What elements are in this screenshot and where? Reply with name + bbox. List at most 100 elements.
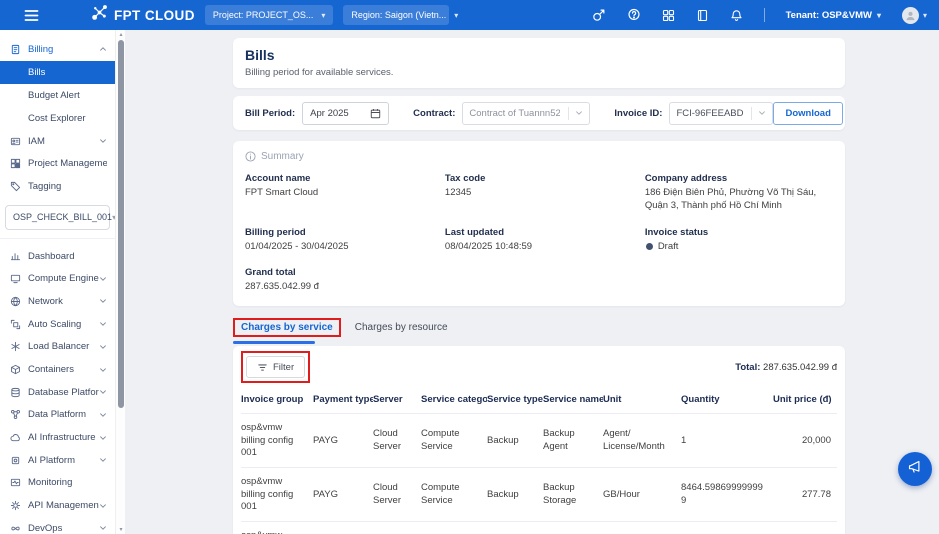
- bill-period-label: Bill Period:: [245, 107, 296, 119]
- table-row[interactable]: osp&vmw billing config 001PAYGCloud Serv…: [241, 413, 837, 468]
- docs-icon[interactable]: [696, 9, 709, 22]
- sidebar-item-data-platform[interactable]: Data Platform: [0, 404, 115, 427]
- sidebar-item-devops[interactable]: DevOps: [0, 517, 115, 534]
- tenant-selector[interactable]: Tenant: OSP&VMW ▾: [786, 10, 881, 21]
- annotation-box-charges-by-service: Charges by service: [233, 318, 341, 338]
- sidebar-scrollbar[interactable]: ▴ ▾: [115, 30, 125, 534]
- summary-field-account-name: Account name FPT Smart Cloud: [245, 173, 445, 213]
- sidebar-item-label: Tagging: [28, 180, 62, 192]
- table-cell: Backup: [487, 467, 543, 522]
- project-selector[interactable]: Project: PROJECT_OS... ▾: [204, 5, 334, 25]
- notifications-icon[interactable]: [730, 9, 743, 22]
- sidebar-item-containers[interactable]: Containers: [0, 358, 115, 381]
- sidebar-item-network[interactable]: Network: [0, 290, 115, 313]
- sidebar-item-label: Network: [28, 295, 63, 307]
- download-button[interactable]: Download: [773, 101, 843, 125]
- tab-charges-by-resource[interactable]: Charges by resource: [355, 322, 448, 333]
- scrollbar-thumb[interactable]: [118, 40, 124, 408]
- logo-text: FPT CLOUD: [114, 7, 195, 23]
- sidebar-item-auto-scaling[interactable]: Auto Scaling: [0, 313, 115, 336]
- table-body: osp&vmw billing config 001 PAYG Cloud Serv…: [241, 413, 837, 534]
- page-title: Bills: [245, 47, 275, 63]
- sidebar-item-label: Project Management: [28, 158, 107, 170]
- sidebar-item-monitoring[interactable]: Monitoring: [0, 472, 115, 495]
- summary-heading-label: Summary: [261, 151, 304, 162]
- tabs: Charges by service Charges by resource: [233, 315, 845, 340]
- menu-icon[interactable]: [24, 9, 39, 22]
- column-header-server: Server: [373, 394, 403, 406]
- invoice-id-select[interactable]: FCI-96FEEABD: [669, 101, 774, 125]
- sidebar-item-ai-platform[interactable]: AI Platform: [0, 449, 115, 472]
- region-selector[interactable]: Region: Saigon (Vietn... ▾: [343, 5, 458, 25]
- app-window: FPT CLOUD Project: PROJECT_OS... ▾ Regio…: [0, 0, 939, 534]
- apps-icon[interactable]: [662, 9, 675, 22]
- summary-field-grand-total: Grand total 287.635.042.99 đ: [245, 267, 445, 294]
- chevron-down-icon: [99, 320, 107, 328]
- table-toolbar: Filter Total: 287.635.042.99 đ: [241, 351, 837, 384]
- table-cell: PAYG: [313, 521, 373, 534]
- table-row[interactable]: osp&vmw billing config 001PAYGCloud Serv…: [241, 521, 837, 534]
- table-cell: osp&vmw billing config 001: [241, 521, 313, 534]
- support-icon[interactable]: [627, 8, 641, 22]
- charges-table: Invoice group Payment type Server Service c…: [241, 388, 837, 534]
- sidebar-item-bills[interactable]: Bills: [0, 60, 115, 84]
- table-cell: osp&vmw billing config 001: [241, 413, 313, 468]
- sidebar-item-ai-infrastructure[interactable]: AI Infrastructure: [0, 426, 115, 449]
- info-icon: [245, 151, 256, 162]
- scroll-down-icon[interactable]: ▾: [116, 526, 126, 533]
- bill-period-input[interactable]: [302, 101, 390, 125]
- sidebar-item-compute-engine[interactable]: Compute Engine: [0, 267, 115, 290]
- column-header-service-name: Service name: [543, 394, 603, 406]
- tenant-label: Tenant: OSP&VMW: [785, 9, 872, 21]
- fpt-cloud-logo[interactable]: FPT CLOUD: [91, 4, 195, 26]
- table-cell: Backup: [487, 413, 543, 468]
- table-cell: Cloud Server: [373, 521, 421, 534]
- sidebar-item-label: Load Balancer: [28, 341, 90, 353]
- search-icon[interactable]: [592, 8, 606, 22]
- sidebar-item-budget-alert[interactable]: Budget Alert: [0, 84, 115, 107]
- sidebar-item-load-balancer[interactable]: Load Balancer: [0, 336, 115, 359]
- table-cell: Agent/ License/Month: [603, 413, 681, 468]
- column-header-unit: Unit: [603, 394, 622, 406]
- sidebar-item-database-platform[interactable]: Database Platform: [0, 381, 115, 404]
- field-value: FPT Smart Cloud: [245, 187, 319, 198]
- sidebar-mid-list: IAM Project Management Tagging: [0, 130, 115, 198]
- sidebar-item-api-management[interactable]: API Management: [0, 494, 115, 517]
- chevron-down-icon: [99, 456, 107, 464]
- field-label: Company address: [644, 173, 728, 184]
- table-cell: Backup Agent: [543, 413, 603, 468]
- database-platform-icon: [10, 387, 21, 398]
- sidebar-item-label: AI Infrastructure: [28, 432, 96, 444]
- network-icon: [10, 296, 21, 307]
- sidebar-item-billing[interactable]: Billing: [0, 38, 115, 61]
- sidebar-item-label: Billing: [28, 43, 54, 55]
- caret-down-icon: ▾: [876, 10, 881, 20]
- table-cell: 1: [681, 413, 773, 468]
- project-scope-select[interactable]: OSP_CHECK_BILL_001 ▾: [5, 204, 115, 230]
- table-cell: PAYG: [313, 413, 373, 468]
- invoice-id-value: FCI-96FEEABD: [676, 107, 744, 119]
- announcement-fab[interactable]: [898, 452, 932, 486]
- bill-period-value[interactable]: [310, 107, 371, 119]
- table-row[interactable]: osp&vmw billing config 001PAYGCloud Serv…: [241, 467, 837, 522]
- user-menu[interactable]: ▾: [901, 6, 927, 24]
- sidebar-item-iam[interactable]: IAM: [0, 130, 115, 153]
- status-dot: [645, 242, 653, 250]
- sidebar-item-label: IAM: [28, 135, 45, 147]
- summary-field-tax-code: Tax code 12345: [445, 173, 645, 213]
- sidebar-item-project-management[interactable]: Project Management: [0, 152, 115, 175]
- scroll-up-icon[interactable]: ▴: [116, 31, 126, 38]
- contract-select[interactable]: Contract of Tuannn52...: [462, 101, 591, 125]
- sidebar-item-tagging[interactable]: Tagging: [0, 175, 115, 198]
- table-cell: PAYG: [313, 467, 373, 522]
- billing-children: Bills Budget Alert Cost Explorer: [0, 60, 115, 130]
- table-header-row: Invoice group Payment type Server Service c…: [241, 388, 837, 414]
- compute-engine-icon: [10, 273, 21, 284]
- sidebar-item-cost-explorer[interactable]: Cost Explorer: [0, 107, 115, 130]
- filter-button[interactable]: Filter: [246, 356, 306, 379]
- sidebar-item-dashboard[interactable]: Dashboard: [0, 245, 115, 268]
- chevron-down-icon: [575, 109, 583, 117]
- sidebar-item-label: Auto Scaling: [28, 318, 82, 330]
- tab-charges-by-service[interactable]: Charges by service: [241, 322, 333, 333]
- chevron-down-icon: [99, 343, 107, 351]
